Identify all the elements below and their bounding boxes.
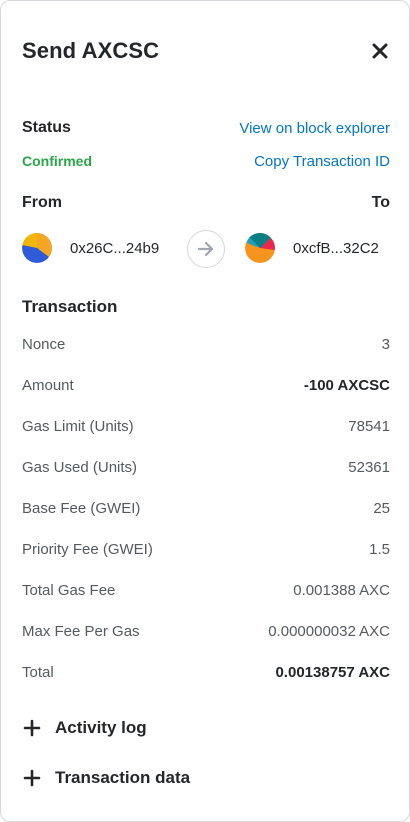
tx-row-total: Total 0.00138757 AXC bbox=[22, 662, 390, 682]
transaction-details-panel: Send AXCSC Status View on block explorer… bbox=[0, 0, 410, 822]
arrow-right-icon bbox=[197, 241, 214, 257]
tx-label: Base Fee (GWEI) bbox=[22, 499, 141, 517]
status-value-row: Confirmed Copy Transaction ID bbox=[22, 151, 390, 171]
to-account[interactable]: 0xcfB...32C2 bbox=[245, 233, 379, 263]
tx-label: Gas Limit (Units) bbox=[22, 417, 134, 435]
tx-row-priority-fee: Priority Fee (GWEI) 1.5 bbox=[22, 539, 390, 559]
tx-value: 25 bbox=[373, 499, 390, 517]
close-icon bbox=[372, 43, 388, 59]
to-address: 0xcfB...32C2 bbox=[293, 239, 379, 257]
tx-label: Total Gas Fee bbox=[22, 581, 116, 599]
from-address: 0x26C...24b9 bbox=[70, 239, 160, 257]
status-row: Status View on block explorer bbox=[22, 117, 390, 139]
tx-row-max-fee-per-gas: Max Fee Per Gas 0.000000032 AXC bbox=[22, 621, 390, 641]
to-avatar bbox=[245, 233, 275, 263]
tx-value: 52361 bbox=[348, 458, 390, 476]
tx-row-nonce: Nonce 3 bbox=[22, 334, 390, 354]
tx-label: Gas Used (Units) bbox=[22, 458, 138, 476]
copy-transaction-id-link[interactable]: Copy Transaction ID bbox=[254, 153, 390, 170]
tx-row-amount: Amount -100 AXCSC bbox=[22, 375, 390, 395]
tx-row-gas-limit: Gas Limit (Units) 78541 bbox=[22, 416, 390, 436]
tx-value: 3 bbox=[381, 335, 390, 353]
plus-icon bbox=[23, 769, 41, 787]
transaction-data-label: Transaction data bbox=[55, 768, 191, 787]
tx-label: Amount bbox=[22, 376, 74, 394]
transaction-header: Transaction bbox=[22, 296, 390, 318]
status-heading: Status bbox=[22, 119, 71, 136]
transaction-heading: Transaction bbox=[22, 297, 118, 316]
tx-label: Total bbox=[22, 663, 54, 681]
from-label: From bbox=[22, 194, 62, 211]
from-account[interactable]: 0x26C...24b9 bbox=[22, 233, 159, 263]
header: Send AXCSC bbox=[22, 37, 391, 65]
tx-row-base-fee: Base Fee (GWEI) 25 bbox=[22, 498, 390, 518]
plus-icon bbox=[23, 719, 41, 737]
tx-label: Nonce bbox=[22, 335, 66, 353]
tx-label: Priority Fee (GWEI) bbox=[22, 540, 153, 558]
transfer-arrow bbox=[187, 230, 225, 268]
close-button[interactable] bbox=[369, 40, 391, 62]
from-to-header: From To bbox=[22, 192, 390, 214]
view-on-block-explorer-link[interactable]: View on block explorer bbox=[239, 120, 390, 137]
tx-value: 0.001388 AXC bbox=[293, 581, 390, 599]
tx-value: -100 AXCSC bbox=[303, 376, 390, 394]
activity-log-toggle[interactable]: Activity log bbox=[23, 718, 147, 738]
tx-row-gas-used: Gas Used (Units) 52361 bbox=[22, 457, 390, 477]
page-title: Send AXCSC bbox=[22, 38, 160, 63]
to-label: To bbox=[371, 194, 390, 211]
tx-value: 1.5 bbox=[369, 540, 390, 558]
tx-value: 0.00138757 AXC bbox=[275, 663, 390, 681]
tx-value: 78541 bbox=[348, 417, 390, 435]
from-avatar bbox=[22, 233, 52, 263]
transaction-data-toggle[interactable]: Transaction data bbox=[23, 768, 190, 788]
tx-value: 0.000000032 AXC bbox=[268, 622, 390, 640]
activity-log-label: Activity log bbox=[55, 718, 147, 737]
tx-row-total-gas-fee: Total Gas Fee 0.001388 AXC bbox=[22, 580, 390, 600]
tx-label: Max Fee Per Gas bbox=[22, 622, 140, 640]
status-badge: Confirmed bbox=[22, 153, 92, 169]
